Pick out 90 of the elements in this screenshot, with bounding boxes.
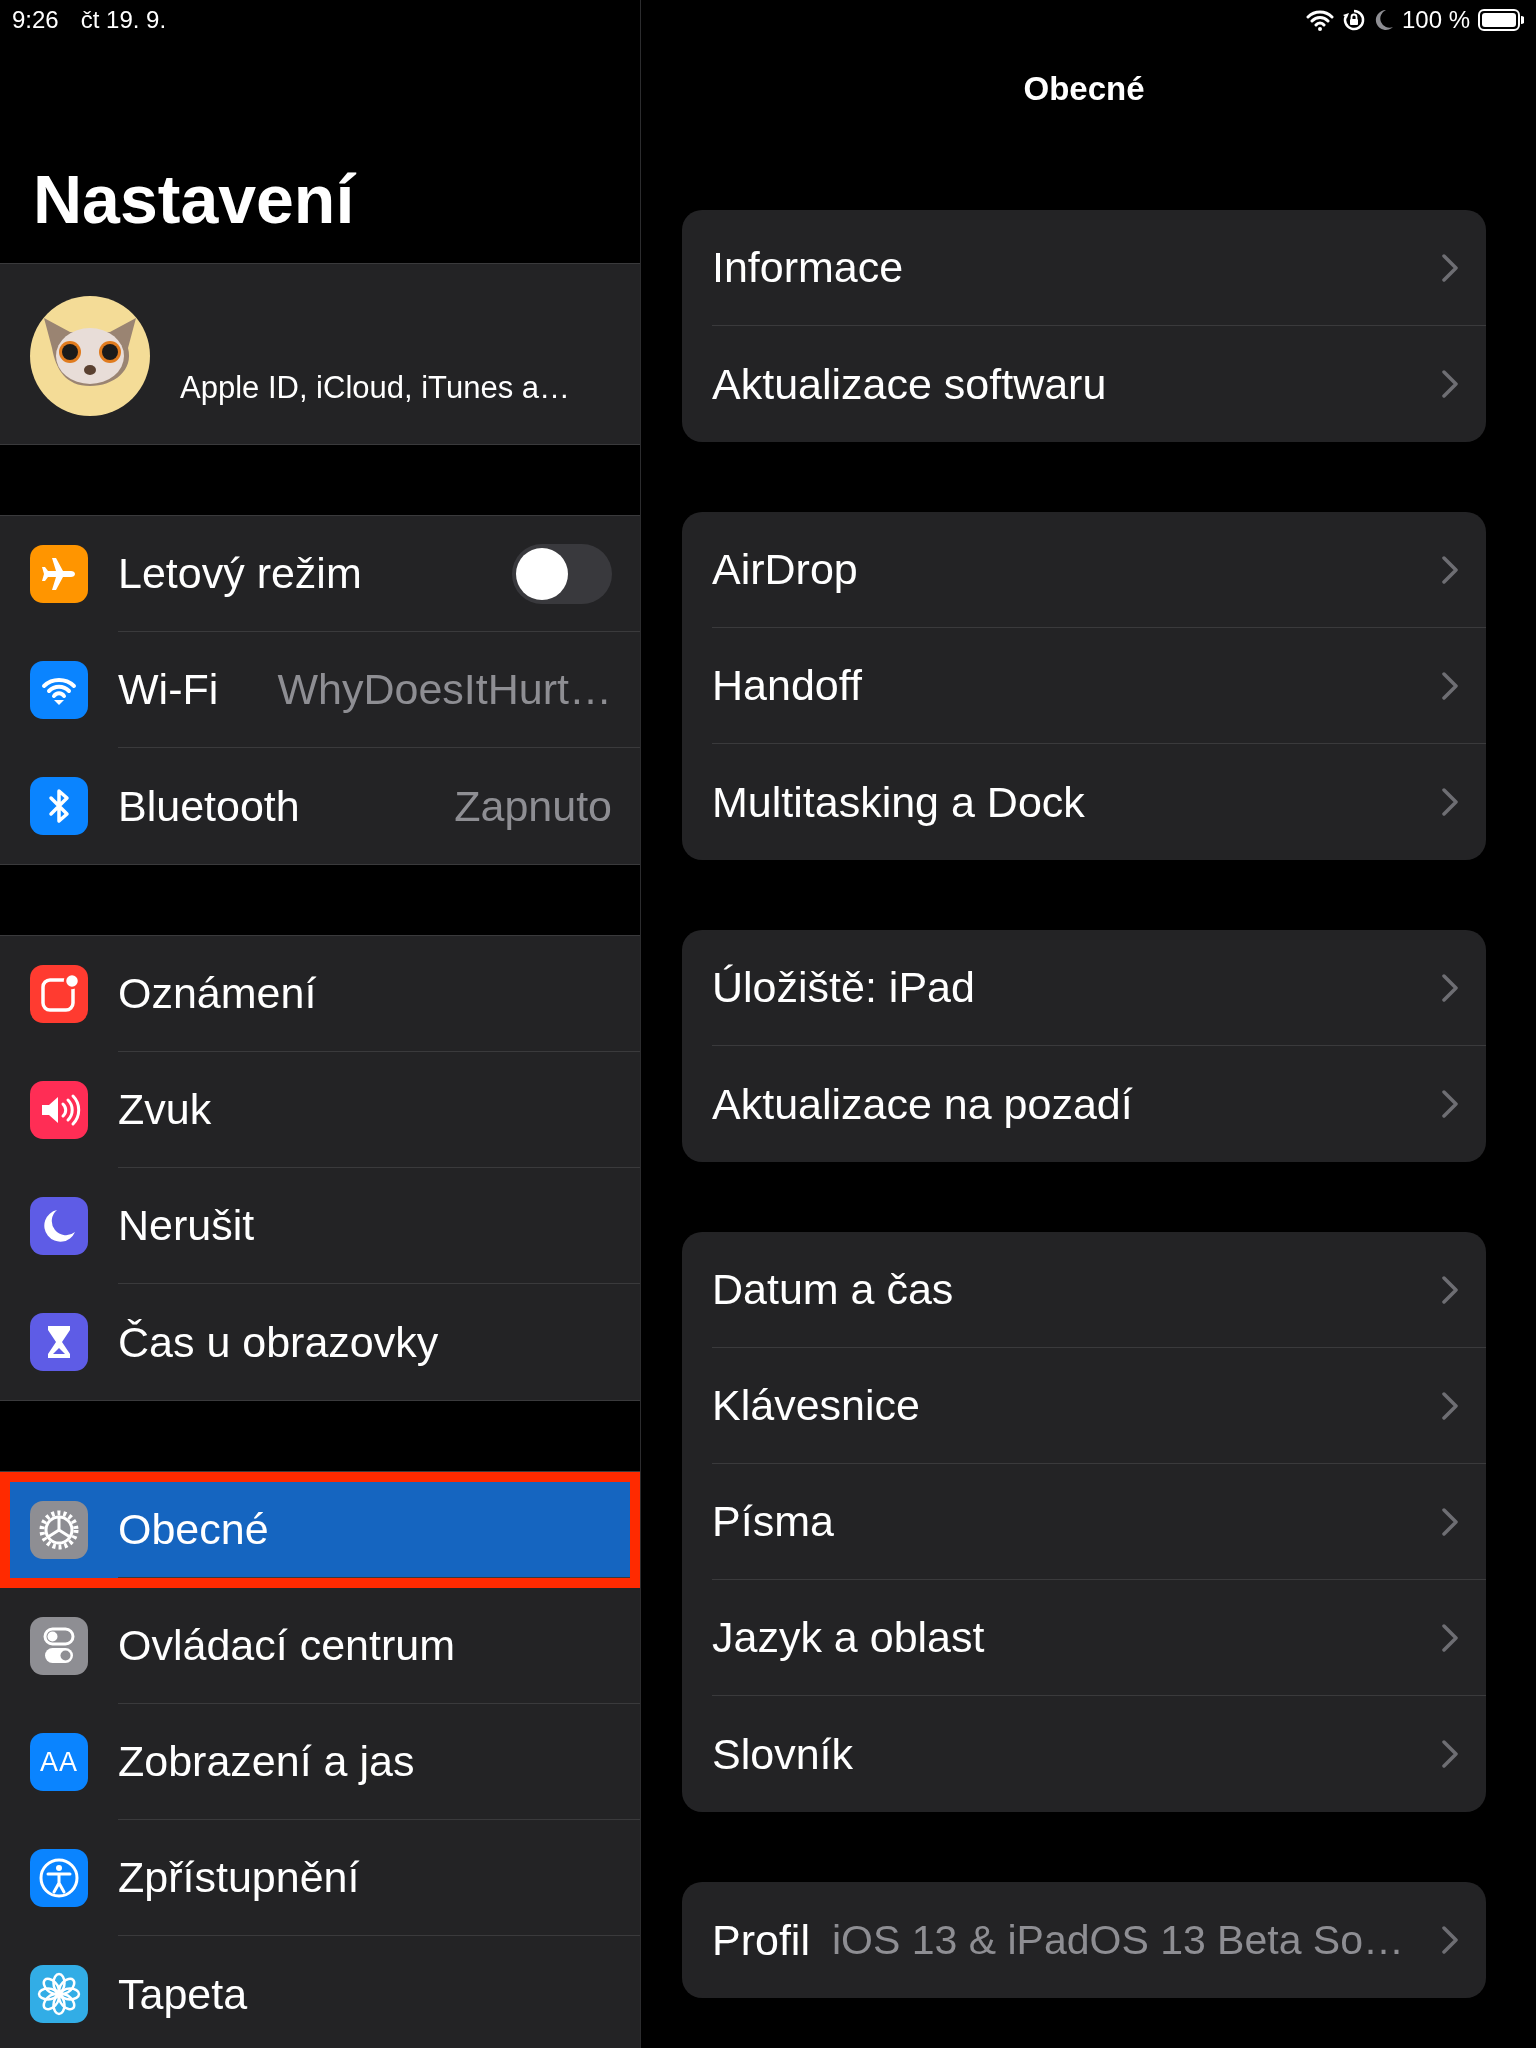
sidebar-item[interactable]: Bluetooth Zapnuto [0, 748, 640, 864]
accessibility-icon [30, 1849, 88, 1907]
row-value: Zapnuto [454, 781, 612, 831]
sidebar-item[interactable]: Letový režim [0, 516, 640, 632]
row-label: Slovník [712, 1729, 853, 1779]
chevron-icon [1442, 555, 1458, 584]
row-label: Multitasking a Dock [712, 777, 1085, 827]
chevron-icon [1442, 788, 1458, 816]
chevron-icon [1442, 671, 1458, 700]
text-size-icon: AA [30, 1733, 88, 1791]
settings-row[interactable]: Klávesnice [682, 1348, 1486, 1464]
row-label: Jazyk a oblast [712, 1613, 985, 1662]
rotation-lock-icon [1341, 8, 1366, 32]
sidebar-item[interactable]: Wi-Fi WhyDoesItHurt… [0, 632, 640, 748]
wifi-icon [1305, 9, 1334, 31]
settings-row[interactable]: Multitasking a Dock [682, 744, 1486, 860]
row-label: Nerušit [118, 1201, 255, 1250]
settings-row[interactable]: Profil iOS 13 & iPadOS 13 Beta So… [682, 1882, 1486, 1998]
battery-icon [1478, 9, 1524, 31]
settings-row[interactable]: Informace [682, 210, 1486, 326]
chevron-icon [1442, 1090, 1458, 1118]
row-label: Zobrazení a jas [118, 1737, 415, 1786]
row-label: Písma [712, 1497, 834, 1546]
sidebar-item[interactable]: Ovládací centrum [0, 1588, 640, 1704]
chevron-icon [1442, 253, 1458, 282]
settings-row[interactable]: Úložiště: iPad [682, 930, 1486, 1046]
moon-icon [30, 1197, 88, 1255]
flower-icon [30, 1965, 88, 2023]
gear-icon [30, 1501, 88, 1559]
chevron-icon [1442, 1623, 1458, 1652]
settings-row[interactable]: Datum a čas [682, 1232, 1486, 1348]
row-label: Obecné [118, 1505, 269, 1554]
chevron-icon [1442, 1391, 1458, 1420]
row-label: Wi-Fi [118, 665, 219, 714]
chevron-icon [1442, 973, 1458, 1002]
speaker-icon [30, 1081, 88, 1139]
chevron-icon [1442, 370, 1458, 398]
chevron-icon [1442, 1275, 1458, 1304]
avatar-icon [30, 296, 150, 416]
account-subtitle: Apple ID, iCloud, iTunes a… [180, 370, 570, 406]
row-label: Oznámení [118, 969, 317, 1018]
chevron-icon [1442, 1926, 1458, 1954]
row-label: Bluetooth [118, 781, 300, 831]
page-title: Nastavení [33, 160, 355, 238]
sidebar-item[interactable]: Zpřístupnění [0, 1820, 640, 1936]
row-label: Datum a čas [712, 1265, 954, 1314]
row-label: Ovládací centrum [118, 1621, 455, 1670]
nav-title: Obecné [1023, 70, 1145, 108]
row-label: Zpřístupnění [118, 1853, 360, 1902]
sidebar-item[interactable]: Oznámení [0, 936, 640, 1052]
bluetooth-icon [30, 777, 88, 835]
sidebar-item[interactable]: AA Zobrazení a jas [0, 1704, 640, 1820]
battery-percent: 100 % [1401, 6, 1470, 34]
status-date: čt 19. 9. [80, 6, 167, 34]
row-label: Úložiště: iPad [712, 963, 975, 1012]
row-label: Klávesnice [712, 1381, 920, 1430]
settings-row[interactable]: AirDrop [682, 512, 1486, 628]
row-label: Aktualizace na pozadí [712, 1079, 1133, 1129]
notification-icon [30, 965, 88, 1023]
wifi-icon [30, 661, 88, 719]
settings-row[interactable]: Handoff [682, 628, 1486, 744]
sidebar-item[interactable]: Tapeta [0, 1936, 640, 2048]
row-label: Informace [712, 243, 904, 292]
sidebar-item[interactable]: Zvuk [0, 1052, 640, 1168]
settings-row[interactable]: Aktualizace softwaru [682, 326, 1486, 442]
row-label: AirDrop [712, 545, 858, 594]
settings-row[interactable]: Jazyk a oblast [682, 1580, 1486, 1696]
row-label: Letový režim [118, 549, 362, 598]
sidebar-item[interactable]: Čas u obrazovky [0, 1284, 640, 1400]
account-row[interactable]: Apple ID, iCloud, iTunes a… [0, 263, 640, 445]
row-label: Handoff [712, 661, 862, 710]
sidebar-item[interactable]: Obecné [0, 1472, 640, 1588]
status-time: 9:26 [12, 6, 59, 34]
settings-row[interactable]: Aktualizace na pozadí [682, 1046, 1486, 1162]
hourglass-icon [30, 1313, 88, 1371]
row-label: Aktualizace softwaru [712, 359, 1107, 409]
row-label: Tapeta [118, 1969, 248, 2019]
row-label: Zvuk [118, 1085, 212, 1134]
chevron-icon [1442, 1740, 1458, 1768]
row-label: Profil [712, 1915, 810, 1965]
sidebar-item[interactable]: Nerušit [0, 1168, 640, 1284]
toggles-icon [30, 1617, 88, 1675]
row-label: Čas u obrazovky [118, 1317, 439, 1367]
moon-icon [1373, 9, 1394, 31]
row-value: WhyDoesItHurt… [277, 665, 612, 714]
airplane-icon [30, 545, 88, 603]
row-value: iOS 13 & iPadOS 13 Beta So… [831, 1916, 1404, 1964]
settings-row[interactable]: Slovník [682, 1696, 1486, 1812]
settings-row[interactable]: Písma [682, 1464, 1486, 1580]
chevron-icon [1442, 1507, 1458, 1536]
